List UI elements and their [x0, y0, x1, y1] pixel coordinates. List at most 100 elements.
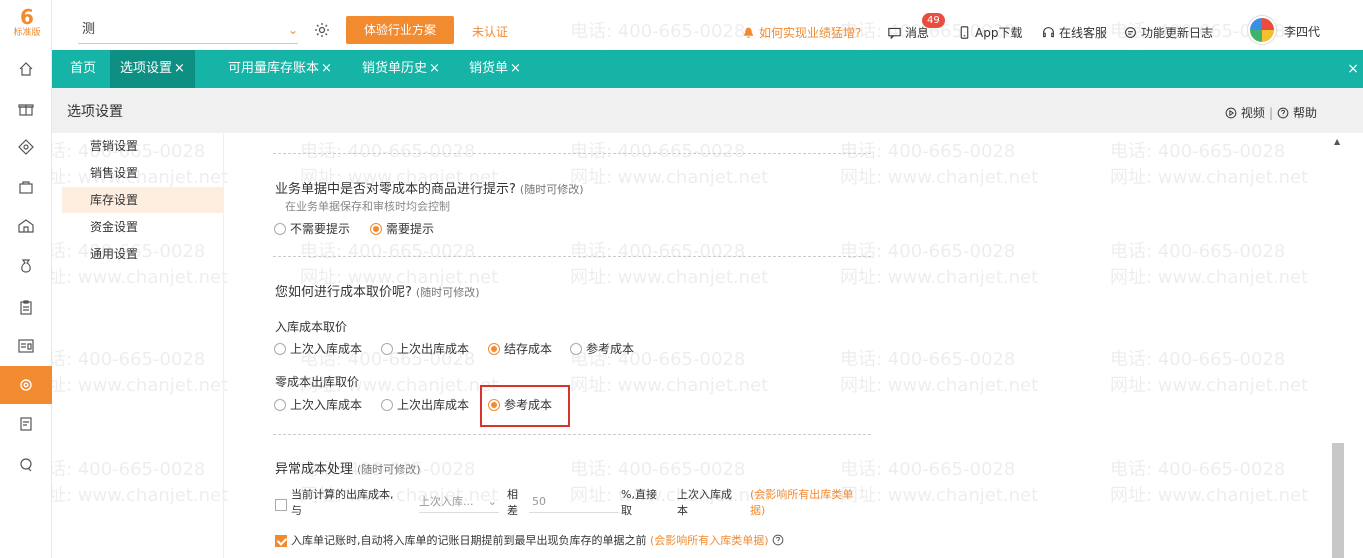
gift-icon[interactable] — [0, 90, 52, 128]
inbound-last-out-radio[interactable]: 上次出库成本 — [381, 340, 469, 357]
subnav-item-inventory[interactable]: 库存设置 — [62, 187, 224, 213]
zero-last-in-radio[interactable]: 上次入库成本 — [274, 396, 362, 413]
condition-line-1: 当前计算的出库成本, — [291, 488, 394, 501]
play-icon[interactable] — [1225, 107, 1237, 119]
abnormal-cost-checkbox[interactable] — [275, 499, 287, 511]
affect-inbound-note: (会影响所有入库类单据) — [650, 534, 769, 547]
help-link[interactable]: 帮助 — [1293, 104, 1317, 121]
tab-label: 销货单 — [469, 61, 509, 76]
radio-dot — [381, 398, 393, 411]
bag-icon[interactable] — [0, 168, 52, 206]
highlight-annotation-box — [480, 385, 570, 427]
percent-label: %,直接 取 — [621, 487, 657, 519]
phone-icon — [960, 26, 969, 39]
brand-logo[interactable]: 6 标准版 — [8, 6, 46, 44]
divider — [273, 256, 871, 257]
online-service-label: 在线客服 — [1059, 26, 1108, 40]
tag-icon[interactable] — [0, 128, 52, 166]
tab-label: 选项设置 — [120, 61, 173, 76]
app-download-label: App下载 — [975, 26, 1023, 40]
chat-icon[interactable] — [0, 446, 52, 484]
subnav-item-funds[interactable]: 资金设置 — [62, 214, 224, 240]
radio-dot-selected — [488, 342, 500, 355]
changelog-link[interactable]: 功能更新日志 — [1124, 24, 1213, 41]
clipboard-icon[interactable] — [0, 288, 52, 326]
subnav-item-general[interactable]: 通用设置 — [62, 241, 224, 267]
inbound-reference-radio[interactable]: 参考成本 — [570, 340, 634, 357]
gear-icon[interactable] — [314, 22, 330, 38]
close-icon[interactable]: × — [429, 61, 440, 76]
growth-link[interactable]: 如何实现业绩猛增? — [742, 24, 861, 41]
scrollbar-thumb[interactable] — [1332, 443, 1344, 558]
messages-link[interactable]: 消息 — [888, 24, 929, 41]
user-name[interactable]: 李四代 — [1284, 23, 1320, 40]
radio-label: 需要提示 — [386, 222, 435, 236]
trial-solution-button[interactable]: 体验行业方案 — [346, 16, 454, 44]
subnav-item-sales[interactable]: 销售设置 — [62, 160, 224, 186]
close-icon[interactable]: × — [510, 61, 521, 76]
tab-options[interactable]: 选项设置 × — [110, 50, 195, 88]
app-window: { "brand": {"logo_num": "6", "logo_text"… — [0, 0, 1363, 558]
diff-percent-input[interactable]: 50 — [529, 495, 619, 513]
chevron-down-icon: ⌄ — [487, 495, 497, 508]
inbound-balance-radio[interactable]: 结存成本 — [488, 340, 552, 357]
avatar[interactable] — [1248, 16, 1276, 44]
abnormal-condition-text: 当前计算的出库成本, 与 — [291, 487, 394, 519]
settings-icon[interactable] — [0, 366, 52, 404]
video-link[interactable]: 视频 — [1241, 104, 1265, 121]
money-bag-icon[interactable] — [0, 247, 52, 285]
report-icon[interactable] — [0, 327, 52, 365]
help-icon[interactable] — [772, 534, 784, 546]
radio-dot — [570, 342, 582, 355]
zero-cost-no-radio[interactable]: 不需要提示 — [274, 220, 350, 237]
cost-source-select-value: 上次入库... — [419, 495, 474, 508]
home-icon[interactable] — [0, 50, 52, 88]
radio-label: 上次入库成本 — [290, 342, 363, 356]
scroll-up-icon[interactable]: ▲ — [1334, 137, 1340, 146]
subnav-item-marketing[interactable]: 营销设置 — [62, 133, 224, 159]
message-icon — [888, 27, 901, 39]
page-header-links: 视频 | 帮助 — [1225, 104, 1317, 121]
online-service-link[interactable]: 在线客服 — [1042, 24, 1107, 41]
content-scrollbar[interactable]: ▲ — [1330, 133, 1346, 558]
zero-cost-title-text: 业务单据中是否对零成本的商品进行提示? — [275, 182, 516, 197]
bell-icon — [743, 27, 754, 38]
zero-cost-yes-radio[interactable]: 需要提示 — [370, 220, 434, 237]
close-icon[interactable]: × — [321, 61, 332, 76]
zero-cost-subtitle: 在业务单据保存和审核时均会控制 — [285, 200, 450, 213]
settings-content: 业务单据中是否对零成本的商品进行提示? (随时可修改) 在业务单据保存和审核时均会… — [225, 133, 1330, 558]
unverified-link[interactable]: 未认证 — [472, 23, 508, 40]
radio-dot — [274, 222, 286, 235]
tab-label: 可用量库存账本 — [228, 61, 320, 76]
tab-sales-history[interactable]: 销货单历史 × — [352, 50, 450, 88]
close-icon[interactable]: × — [174, 61, 185, 76]
divider — [273, 434, 871, 435]
abnormal-cost-title-text: 异常成本处理 — [275, 462, 354, 477]
advance-date-checkbox[interactable] — [275, 535, 287, 547]
tab-home[interactable]: 首页 — [60, 50, 106, 88]
tab-sales-order[interactable]: 销货单 × — [459, 50, 531, 88]
inbound-last-in-radio[interactable]: 上次入库成本 — [274, 340, 362, 357]
warehouse-icon[interactable] — [0, 207, 52, 245]
close-all-tabs-icon[interactable]: × — [1347, 50, 1359, 88]
tab-label: 销货单历史 — [362, 61, 428, 76]
radio-dot-selected — [370, 222, 382, 235]
company-selector[interactable]: 测 ⌄ — [78, 16, 298, 44]
changelog-icon — [1125, 27, 1136, 38]
cost-source-select[interactable]: 上次入库... ⌄ — [419, 491, 499, 513]
percent-line-1: %,直接 — [621, 488, 657, 501]
zero-last-out-radio[interactable]: 上次出库成本 — [381, 396, 469, 413]
use-cost-line-1: 上次入库成 — [677, 488, 732, 501]
chevron-down-icon: ⌄ — [287, 23, 298, 37]
affect-outbound-note: (会影响所有出库类单 据) — [750, 487, 853, 519]
divider — [273, 153, 871, 154]
zero-cost-title: 业务单据中是否对零成本的商品进行提示? (随时可修改) — [275, 178, 584, 197]
radio-label: 结存成本 — [504, 342, 553, 356]
app-download-link[interactable]: App下载 — [958, 24, 1022, 41]
diff-line-1: 相 — [507, 488, 518, 501]
headset-icon — [1043, 27, 1054, 38]
cost-method-note: (随时可修改) — [415, 286, 480, 299]
tab-available-inventory[interactable]: 可用量库存账本 × — [218, 50, 342, 88]
help-icon[interactable] — [1277, 107, 1289, 119]
doc-icon[interactable] — [0, 405, 52, 443]
